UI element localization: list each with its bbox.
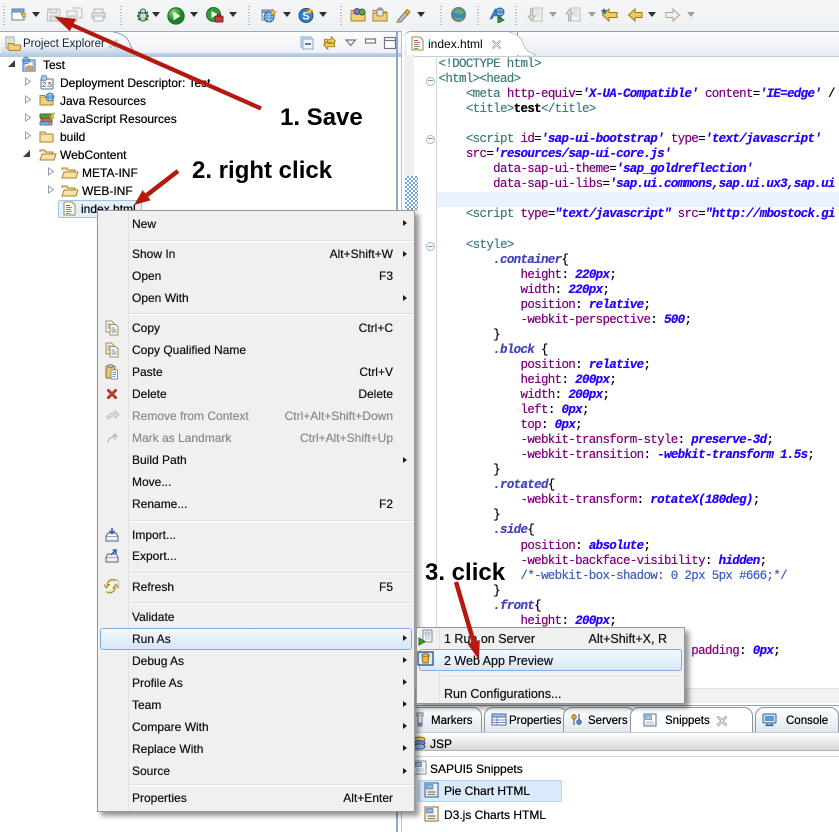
svg-text:2.5: 2.5 bbox=[42, 82, 52, 89]
